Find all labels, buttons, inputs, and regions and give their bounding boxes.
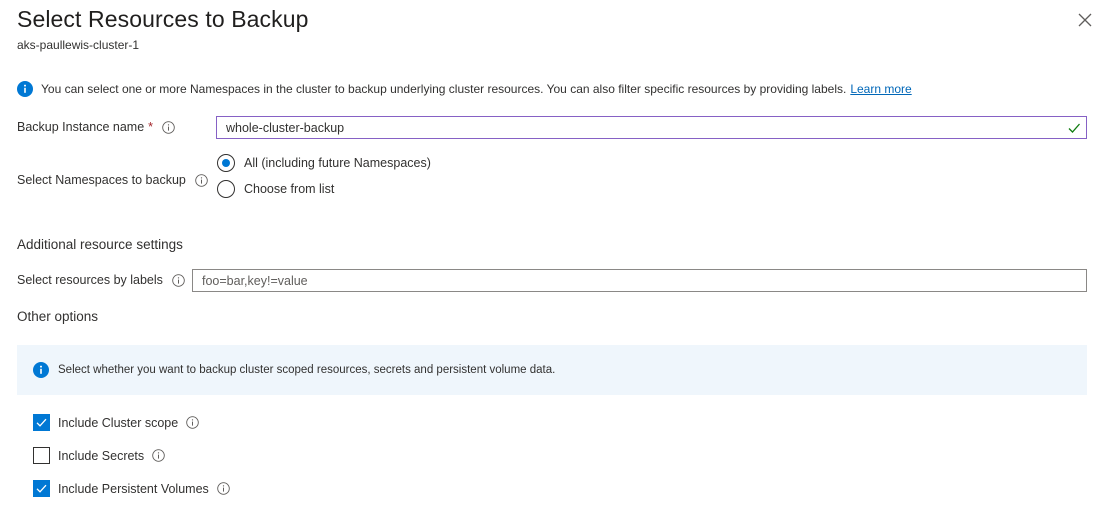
notice-text: Select whether you want to backup cluste…: [58, 364, 556, 376]
info-message: You can select one or more Namespaces in…: [17, 80, 912, 98]
info-outline-icon[interactable]: [152, 449, 165, 462]
close-icon: [1078, 13, 1092, 27]
learn-more-link[interactable]: Learn more: [850, 82, 911, 96]
cluster-name: aks-paullewis-cluster-1: [17, 38, 140, 52]
include-persistent-volumes-label: Include Persistent Volumes: [58, 481, 209, 496]
other-options-heading: Other options: [17, 309, 99, 324]
info-outline-icon[interactable]: [186, 416, 199, 429]
other-options-notice: Select whether you want to backup cluste…: [17, 345, 1087, 395]
info-icon: [33, 362, 49, 378]
info-text: You can select one or more Namespaces in…: [41, 82, 847, 96]
namespace-option-all-label: All (including future Namespaces): [244, 156, 431, 170]
required-marker: *: [148, 120, 154, 134]
labels-label-text: Select resources by labels: [17, 273, 163, 287]
checkbox[interactable]: [33, 480, 50, 497]
checkmark-icon: [36, 418, 47, 427]
backup-instance-name-label: Backup Instance name *: [17, 119, 175, 135]
include-persistent-volumes-checkbox[interactable]: Include Persistent Volumes: [33, 480, 230, 497]
namespace-option-all[interactable]: All (including future Namespaces): [217, 154, 431, 172]
backup-instance-name-text: Backup Instance name: [17, 120, 145, 134]
radio-button[interactable]: [217, 180, 235, 198]
include-cluster-scope-label: Include Cluster scope: [58, 415, 179, 430]
page-title: Select Resources to Backup: [17, 6, 309, 32]
include-cluster-scope-checkbox[interactable]: Include Cluster scope: [33, 414, 199, 431]
radio-button[interactable]: [217, 154, 235, 172]
valid-check-icon: [1068, 123, 1080, 133]
info-outline-icon[interactable]: [162, 120, 175, 134]
info-outline-icon[interactable]: [172, 273, 185, 287]
additional-settings-heading: Additional resource settings: [17, 237, 183, 252]
labels-label: Select resources by labels: [17, 272, 185, 288]
checkmark-icon: [36, 484, 47, 493]
info-outline-icon[interactable]: [195, 173, 208, 187]
namespace-option-choose[interactable]: Choose from list: [217, 180, 334, 198]
close-button[interactable]: [1074, 9, 1096, 31]
backup-instance-name-input[interactable]: [216, 116, 1087, 139]
info-icon: [17, 81, 33, 97]
namespace-option-choose-label: Choose from list: [244, 182, 335, 196]
namespaces-label-text: Select Namespaces to backup: [17, 173, 186, 187]
namespaces-label: Select Namespaces to backup: [17, 172, 208, 188]
info-outline-icon[interactable]: [217, 482, 230, 495]
include-secrets-checkbox[interactable]: Include Secrets: [33, 447, 165, 464]
labels-input[interactable]: [192, 269, 1087, 292]
checkbox[interactable]: [33, 414, 50, 431]
checkbox[interactable]: [33, 447, 50, 464]
include-secrets-label: Include Secrets: [58, 448, 145, 463]
